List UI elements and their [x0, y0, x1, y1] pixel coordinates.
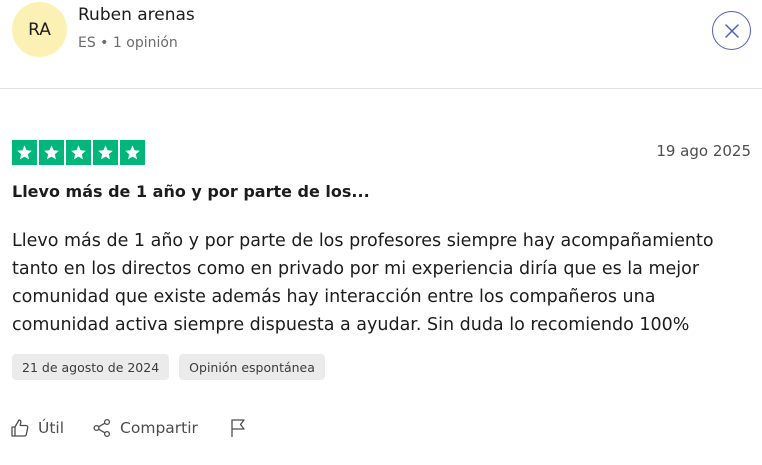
experience-date-chip: 21 de agosto de 2024: [12, 354, 170, 380]
star-icon: [93, 140, 118, 165]
review-actions: Útil Compartir: [10, 418, 248, 438]
review-title: Llevo más de 1 año y por parte de los...: [12, 182, 370, 201]
star-icon: [12, 140, 37, 165]
reviewer-meta: ES • 1 opinión: [78, 35, 178, 51]
star-rating: [12, 140, 145, 165]
review-date: 19 ago 2025: [656, 142, 751, 160]
close-icon: [724, 23, 739, 38]
thumbs-up-icon: [11, 419, 29, 437]
star-icon: [66, 140, 91, 165]
review-type-chip: Opinión espontánea: [179, 354, 325, 380]
reviewer-header: RA Ruben arenas ES • 1 opinión: [0, 0, 762, 88]
avatar: RA: [12, 2, 67, 57]
star-icon: [39, 140, 64, 165]
flag-icon: [231, 419, 245, 437]
report-button[interactable]: [228, 418, 248, 438]
share-icon: [93, 418, 111, 438]
close-button[interactable]: [712, 11, 751, 50]
header-divider: [0, 88, 762, 89]
share-label: Compartir: [120, 419, 198, 437]
useful-button[interactable]: Útil: [10, 418, 64, 438]
share-button[interactable]: Compartir: [92, 418, 198, 438]
useful-label: Útil: [38, 419, 65, 437]
star-icon: [120, 140, 145, 165]
reviewer-name[interactable]: Ruben arenas: [78, 5, 195, 25]
review-tags: 21 de agosto de 2024 Opinión espontánea: [12, 354, 325, 380]
review-body: Llevo más de 1 año y por parte de los pr…: [12, 231, 714, 335]
